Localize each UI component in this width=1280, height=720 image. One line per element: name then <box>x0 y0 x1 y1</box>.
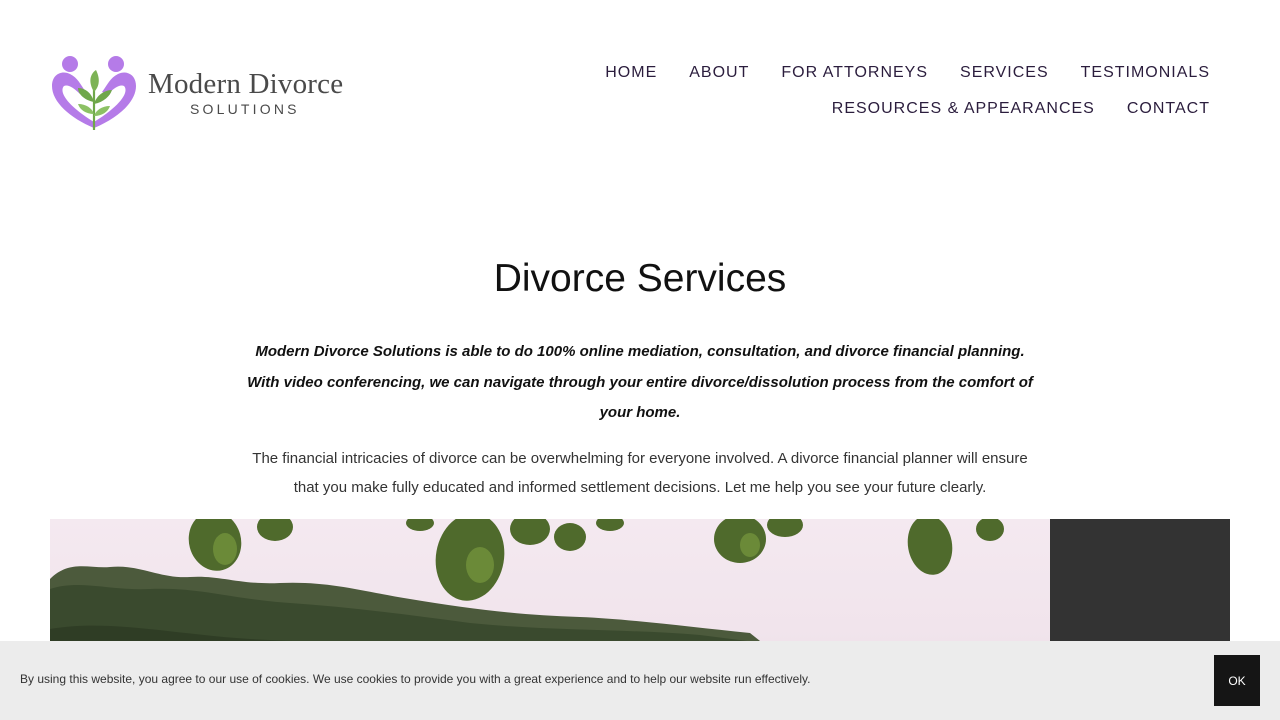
logo-name: Modern Divorce <box>148 68 344 100</box>
logo-subtitle: SOLUTIONS <box>190 101 300 117</box>
site-logo[interactable]: Modern Divorce SOLUTIONS <box>50 52 350 134</box>
nav-for-attorneys[interactable]: FOR ATTORNEYS <box>781 62 928 84</box>
heart-leaf-logo-icon <box>52 56 136 130</box>
intro-paragraph: Modern Divorce Solutions is able to do 1… <box>247 343 1033 421</box>
nav-home[interactable]: HOME <box>605 62 657 84</box>
nav-testimonials[interactable]: TESTIMONIALS <box>1081 62 1210 84</box>
body-paragraph: The financial intricacies of divorce can… <box>252 450 1028 496</box>
cookie-ok-button[interactable]: OK <box>1214 655 1260 706</box>
nav-resources-appearances[interactable]: RESOURCES & APPEARANCES <box>832 98 1095 120</box>
page-title: Divorce Services <box>493 257 787 300</box>
cookie-text: By using this website, you agree to our … <box>20 672 811 686</box>
logo-text: Modern Divorce SOLUTIONS <box>148 69 343 117</box>
main-nav: HOME ABOUT FOR ATTORNEYS SERVICES TESTIM… <box>330 62 1210 120</box>
nav-contact[interactable]: CONTACT <box>1127 98 1210 120</box>
nav-about[interactable]: ABOUT <box>689 62 749 84</box>
cookie-banner: By using this website, you agree to our … <box>0 641 1280 720</box>
nav-services[interactable]: SERVICES <box>960 62 1049 84</box>
page: Modern Divorce SOLUTIONS HOME ABOUT FOR … <box>0 0 1280 720</box>
